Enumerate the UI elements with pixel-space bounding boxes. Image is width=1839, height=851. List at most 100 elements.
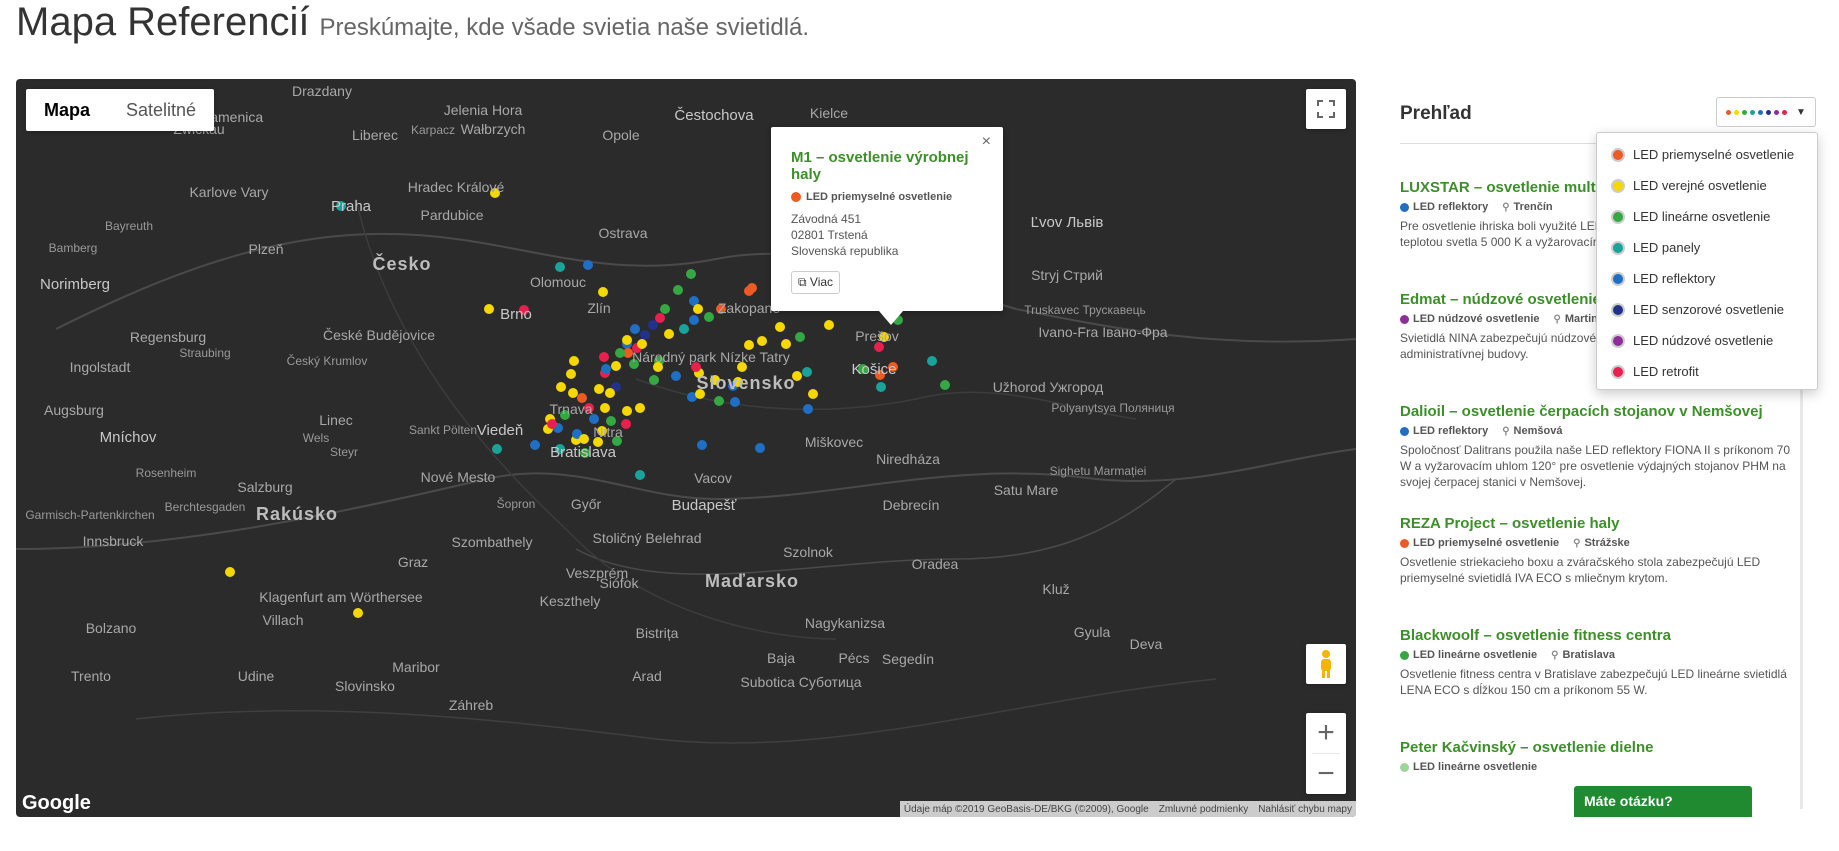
map-place-label: Segedín	[881, 651, 935, 667]
map-place-label: Jelenia Hora	[443, 102, 523, 118]
reference-title-link[interactable]: Peter Kačvinský – osvetlenie dielne	[1400, 739, 1790, 756]
reference-marker[interactable]	[697, 440, 707, 450]
reference-marker[interactable]	[648, 320, 658, 330]
reference-marker[interactable]	[594, 384, 604, 394]
reference-marker[interactable]	[568, 388, 578, 398]
reference-marker[interactable]	[353, 608, 363, 618]
more-button[interactable]: ⧉ Viac	[791, 271, 841, 294]
reference-marker[interactable]	[555, 262, 565, 272]
reference-marker[interactable]	[598, 287, 608, 297]
category-color-icon	[1611, 271, 1625, 286]
reference-marker[interactable]	[484, 304, 494, 314]
map-place-label: Szombathely	[451, 534, 533, 550]
filter-option[interactable]: LED núdzové osvetlenie	[1597, 325, 1817, 356]
map-place-label: Nové Mesto	[420, 469, 496, 485]
reference-title-link[interactable]: Blackwoolf – osvetlenie fitness centra	[1400, 627, 1790, 644]
reference-marker[interactable]	[649, 375, 659, 385]
reference-marker[interactable]	[635, 470, 645, 480]
reference-marker[interactable]	[689, 315, 699, 325]
reference-title-link[interactable]: REZA Project – osvetlenie haly	[1400, 515, 1790, 532]
filter-option[interactable]: LED priemyselné osvetlenie	[1597, 139, 1817, 170]
reference-marker[interactable]	[775, 322, 785, 332]
reference-marker[interactable]	[795, 332, 805, 342]
reference-meta: LED lineárne osvetlenie	[1400, 761, 1790, 773]
map-place-label: Budapešť	[671, 497, 737, 514]
reference-marker[interactable]	[583, 260, 593, 270]
reference-marker[interactable]	[693, 304, 703, 314]
reference-marker[interactable]	[803, 404, 813, 414]
reference-marker[interactable]	[530, 440, 540, 450]
reference-marker[interactable]	[686, 269, 696, 279]
reference-marker[interactable]	[640, 330, 650, 340]
reference-marker[interactable]	[755, 443, 765, 453]
reference-marker[interactable]	[611, 361, 621, 371]
zoom-in-button[interactable]: +	[1306, 713, 1346, 753]
report-error-link[interactable]: Nahlásiť chybu mapy	[1258, 804, 1352, 815]
reference-marker[interactable]	[704, 312, 714, 322]
color-dot-icon	[1782, 109, 1788, 115]
reference-marker[interactable]	[660, 304, 670, 314]
reference-marker[interactable]	[757, 336, 767, 346]
pegman-icon	[1321, 650, 1331, 678]
reference-marker[interactable]	[744, 286, 754, 296]
filter-option[interactable]: LED senzorové osvetlenie	[1597, 294, 1817, 325]
reference-marker[interactable]	[569, 356, 579, 366]
reference-marker[interactable]	[630, 324, 640, 334]
reference-marker[interactable]	[679, 324, 689, 334]
reference-marker[interactable]	[876, 382, 886, 392]
reference-marker[interactable]	[802, 367, 812, 377]
reference-marker[interactable]	[714, 396, 724, 406]
zoom-control: + −	[1306, 713, 1346, 794]
reference-marker[interactable]	[492, 444, 502, 454]
reference-marker[interactable]	[824, 320, 834, 330]
info-title[interactable]: M1 – osvetlenie výrobnej haly	[791, 149, 983, 183]
reference-marker[interactable]	[599, 352, 609, 362]
map-place-label: Steyr	[329, 445, 359, 459]
reference-marker[interactable]	[637, 339, 647, 349]
info-category-label: LED priemyselné osvetlenie	[806, 191, 953, 203]
reference-marker[interactable]	[635, 403, 645, 413]
ask-question-button[interactable]: Máte otázku?	[1574, 786, 1752, 817]
reference-marker[interactable]	[671, 371, 681, 381]
fullscreen-button[interactable]	[1306, 89, 1346, 129]
reference-marker[interactable]	[622, 335, 632, 345]
close-icon[interactable]: ×	[982, 133, 991, 151]
map-type-satellite-button[interactable]: Satelitné	[108, 89, 214, 131]
reference-marker[interactable]	[664, 329, 674, 339]
zoom-out-button[interactable]: −	[1306, 754, 1346, 794]
reference-marker[interactable]	[547, 419, 557, 429]
filter-option[interactable]: LED reflektory	[1597, 263, 1817, 294]
reference-marker[interactable]	[730, 397, 740, 407]
reference-marker[interactable]	[615, 348, 625, 358]
filter-option[interactable]: LED retrofit	[1597, 356, 1817, 387]
reference-marker[interactable]	[673, 285, 683, 295]
reference-marker[interactable]	[556, 382, 566, 392]
filter-option[interactable]: LED panely	[1597, 232, 1817, 263]
reference-marker[interactable]	[225, 567, 235, 577]
filter-option[interactable]: LED lineárne osvetlenie	[1597, 201, 1817, 232]
reference-marker[interactable]	[566, 369, 576, 379]
category-dot-icon	[1400, 426, 1409, 436]
reference-title-link[interactable]: Dalioil – osvetlenie čerpacích stojanov …	[1400, 403, 1790, 420]
map-type-map-button[interactable]: Mapa	[26, 89, 108, 131]
reference-marker[interactable]	[781, 339, 791, 349]
reference-marker[interactable]	[927, 356, 937, 366]
terms-link[interactable]: Zmluvné podmienky	[1159, 804, 1248, 815]
street-view-pegman[interactable]	[1306, 644, 1346, 684]
reference-marker[interactable]	[579, 434, 589, 444]
page-title: Mapa Referencií	[16, 0, 310, 44]
filter-option[interactable]: LED verejné osvetlenie	[1597, 170, 1817, 201]
reference-marker[interactable]	[940, 380, 950, 390]
reference-marker[interactable]	[601, 364, 611, 374]
reference-marker[interactable]	[808, 389, 818, 399]
category-dot-icon	[1400, 762, 1409, 772]
reference-marker[interactable]	[600, 403, 610, 413]
category-filter-button[interactable]: ▼	[1716, 97, 1816, 127]
map-place-label: Bayreuth	[104, 219, 154, 233]
map-place-label: Nagykanizsa	[804, 615, 886, 631]
map-place-label: Truskavec Трускавець	[1024, 303, 1146, 317]
reference-marker[interactable]	[605, 388, 615, 398]
reference-marker[interactable]	[622, 406, 632, 416]
reference-map[interactable]: DrazdanyJelenia HoraKamenicaZwickauLiber…	[16, 79, 1356, 817]
filter-option-label: LED priemyselné osvetlenie	[1633, 147, 1795, 162]
